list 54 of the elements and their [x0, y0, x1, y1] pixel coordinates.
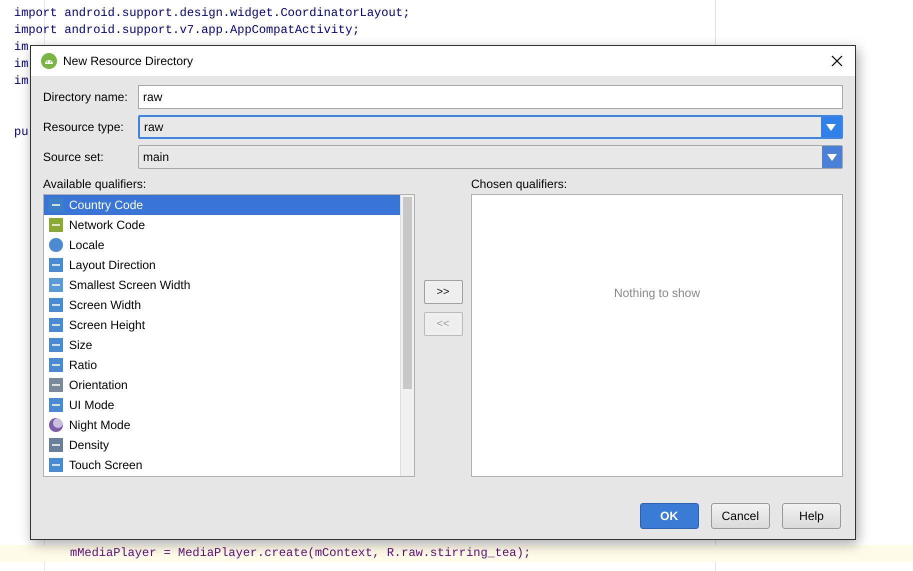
list-item[interactable]: Ratio	[44, 355, 400, 375]
caret-icon	[826, 124, 836, 130]
field-label: Directory name:	[43, 90, 129, 104]
list-item[interactable]: Screen Width	[44, 295, 400, 315]
qualifier-icon	[48, 237, 64, 253]
code-line: im	[14, 74, 28, 88]
list-item[interactable]: Density	[44, 435, 400, 455]
code-line: im	[14, 40, 28, 54]
qualifier-icon	[48, 337, 64, 353]
empty-message: Nothing to show	[614, 286, 700, 300]
window-title: New Resource Directory	[63, 54, 194, 68]
input-field[interactable]: raw	[138, 85, 843, 109]
caret-icon	[827, 154, 837, 160]
field-label: Source set:	[43, 150, 105, 164]
section-label: Chosen qualifiers:	[471, 177, 568, 193]
list-item[interactable]: Touch Screen	[44, 455, 400, 475]
dropdown[interactable]: main	[138, 145, 843, 169]
qualifier-icon	[48, 377, 64, 393]
code-line: import android.support.design.widget.CoordinatorLayout;	[14, 6, 410, 20]
list-item[interactable]: Country Code	[44, 195, 400, 215]
code-line: import android.support.v7.app.AppCompatActivity;	[14, 23, 360, 37]
qualifier-icon	[48, 417, 64, 433]
qualifier-icon	[48, 397, 64, 413]
dialog-button[interactable]: Help	[782, 503, 841, 529]
list-item[interactable]: Network Code	[44, 215, 400, 235]
list-item[interactable]: Smallest Screen Width	[44, 275, 400, 295]
code-line: mMediaPlayer = MediaPlayer.create(mContext, R.raw.stirring_tea);	[70, 546, 531, 560]
list-item[interactable]: Screen Height	[44, 315, 400, 335]
qualifier-icon	[48, 217, 64, 233]
list-item[interactable]: Layout Direction	[44, 255, 400, 275]
list-item[interactable]: Night Mode	[44, 415, 400, 435]
field-label: Resource type:	[43, 120, 125, 134]
qualifier-icon	[48, 357, 64, 373]
qualifier-icon	[48, 197, 64, 213]
qualifier-icon	[48, 457, 64, 473]
list-item[interactable]: Size	[44, 335, 400, 355]
dropdown[interactable]: raw	[138, 115, 843, 139]
dialog-button[interactable]: OK	[640, 503, 699, 529]
list-item[interactable]: UI Mode	[44, 395, 400, 415]
section-label: Available qualifiers:	[43, 177, 148, 193]
code-line: pu	[14, 125, 28, 139]
list-item[interactable]: Orientation	[44, 375, 400, 395]
qualifier-icon	[48, 297, 64, 313]
qualifier-icon	[48, 277, 64, 293]
dialog-button[interactable]: Cancel	[710, 503, 770, 529]
list-item[interactable]: Locale	[44, 235, 400, 255]
android-icon	[41, 53, 57, 69]
qualifier-icon	[48, 317, 64, 333]
close-button[interactable]	[829, 53, 845, 69]
code-line: im	[14, 57, 28, 71]
move-button[interactable]: >>	[424, 280, 462, 304]
qualifier-icon	[48, 257, 64, 273]
qualifier-icon	[48, 437, 64, 453]
scrollbar[interactable]	[400, 195, 414, 476]
